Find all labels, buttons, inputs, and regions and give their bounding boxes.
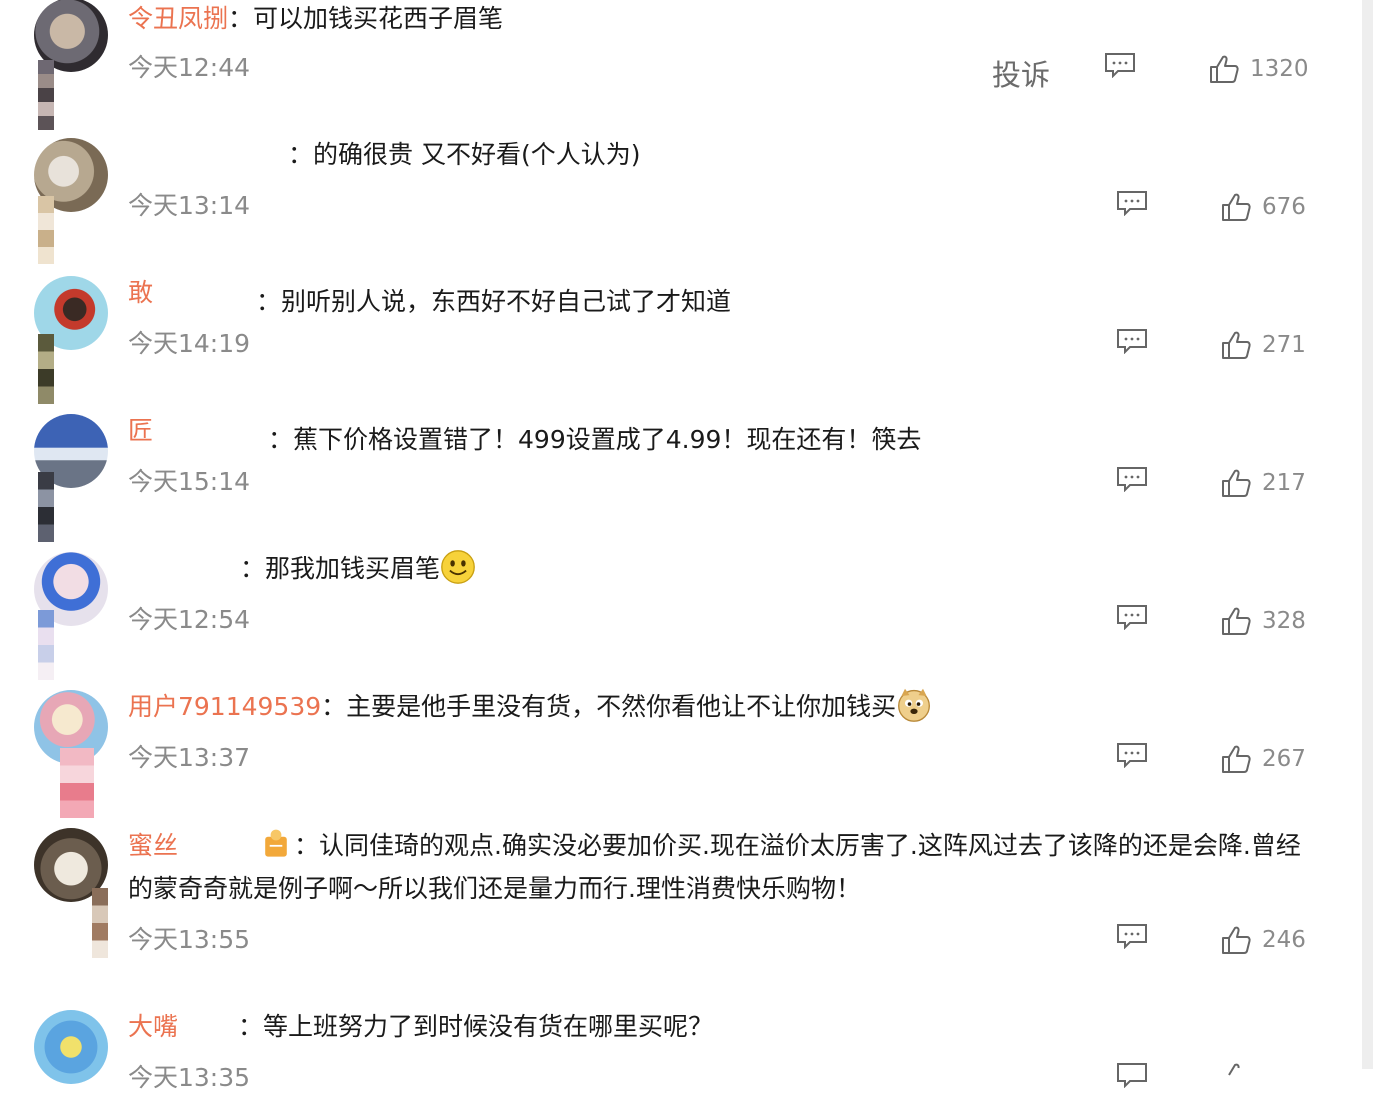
user-avatar[interactable]	[34, 1010, 108, 1084]
comment-time: 今天13:55	[128, 925, 251, 954]
comment-line: 令丑凤捌：可以加钱买花西子眉笔	[128, 2, 503, 36]
comment-line: ：的确很贵 又不好看(个人认为)	[128, 138, 640, 172]
username-blurred[interactable]	[128, 555, 240, 585]
like-count: 328	[1262, 608, 1306, 634]
username-link[interactable]: 用户791149539	[128, 690, 321, 724]
like-icon[interactable]	[1209, 54, 1239, 84]
avatar-mosaic	[60, 748, 94, 818]
separator: ：	[256, 287, 282, 316]
comment-time: 今天15:14	[128, 467, 251, 496]
reply-icon[interactable]	[1116, 742, 1148, 768]
like-icon[interactable]	[1221, 192, 1251, 222]
smile-emoji-icon	[441, 550, 475, 584]
comment-time: 今天13:37	[128, 743, 251, 772]
reply-icon[interactable]	[1116, 1062, 1148, 1088]
like-count: 246	[1262, 927, 1306, 953]
scrollbar[interactable]	[1362, 0, 1373, 1069]
comment-text: 那我加钱买眉笔	[265, 554, 441, 583]
like-icon[interactable]	[1221, 606, 1251, 636]
comment-line: 大嘴 ：等上班努力了到时候没有货在哪里买呢？	[128, 1010, 713, 1044]
avatar-mosaic	[38, 334, 54, 404]
reply-icon[interactable]	[1116, 923, 1148, 949]
like-icon[interactable]	[1221, 330, 1251, 360]
comment-line: ：那我加钱买眉笔	[128, 550, 476, 588]
separator: ：	[268, 425, 294, 454]
comment-line: 用户791149539：主要是他手里没有货，不然你看他让不让你加钱买	[128, 688, 932, 726]
report-button[interactable]: 投诉	[992, 52, 1050, 94]
username-link[interactable]: 蜜丝	[128, 824, 178, 867]
avatar-mosaic	[38, 472, 54, 542]
like-icon[interactable]	[1221, 925, 1251, 955]
comment-text: 等上班努力了到时候没有货在哪里买呢？	[263, 1012, 714, 1041]
separator: ：	[228, 4, 254, 33]
comment-time: 今天14:19	[128, 329, 251, 358]
like-count: 217	[1262, 470, 1306, 496]
avatar-mosaic	[38, 60, 54, 130]
username-link[interactable]: 令丑凤捌	[128, 2, 228, 36]
avatar-mosaic	[92, 888, 108, 958]
username-blurred	[178, 1013, 239, 1043]
comment-line: 匠：蕉下价格设置错了！499设置成了4.99！现在还有！筷去	[128, 414, 921, 457]
like-count: 271	[1262, 332, 1306, 358]
like-icon[interactable]	[1221, 468, 1251, 498]
comment-time: 今天13:35	[128, 1063, 251, 1092]
separator: ：	[238, 1012, 264, 1041]
like-count: 267	[1262, 746, 1306, 772]
avatar-mosaic	[38, 610, 54, 680]
comment-text: 别听别人说，东西好不好自己试了才知道	[281, 287, 732, 316]
comment-time: 今天12:44	[128, 53, 251, 82]
comment-text: 的确很贵 又不好看(个人认为)	[313, 140, 641, 169]
like-count: 1320	[1250, 56, 1309, 82]
badge-icon	[265, 829, 287, 857]
comment-time: 今天12:54	[128, 605, 251, 634]
username-link[interactable]: 敢	[128, 276, 256, 310]
comment-text: 可以加钱买花西子眉笔	[253, 4, 504, 33]
username-link[interactable]: 大嘴	[128, 1010, 178, 1044]
reply-icon[interactable]	[1104, 52, 1136, 78]
separator: ：	[288, 140, 314, 169]
reply-icon[interactable]	[1116, 328, 1148, 354]
comment-line: 蜜丝 ：认同佳琦的观点.确实没必要加价买.现在溢价太厉害了.这阵风过去了该降的还是…	[128, 824, 1313, 910]
like-icon[interactable]	[1221, 744, 1251, 774]
separator: ：	[240, 554, 266, 583]
reply-icon[interactable]	[1116, 190, 1148, 216]
comment-text: 主要是他手里没有货，不然你看他让不让你加钱买	[346, 692, 897, 721]
username-blurred[interactable]	[128, 141, 288, 171]
comment-time: 今天13:14	[128, 191, 251, 220]
comment-line: 敢：别听别人说，东西好不好自己试了才知道	[128, 276, 731, 319]
reply-icon[interactable]	[1116, 466, 1148, 492]
comment-text: 蕉下价格设置错了！499设置成了4.99！现在还有！筷去	[293, 425, 922, 454]
separator: ：	[294, 831, 320, 860]
like-count: 676	[1262, 194, 1306, 220]
separator: ：	[321, 692, 347, 721]
doge-emoji-icon	[898, 688, 931, 722]
like-icon[interactable]	[1221, 1062, 1251, 1092]
reply-icon[interactable]	[1116, 604, 1148, 630]
username-link[interactable]: 匠	[128, 414, 268, 448]
username-blurred	[178, 832, 259, 862]
avatar-mosaic	[38, 196, 54, 264]
